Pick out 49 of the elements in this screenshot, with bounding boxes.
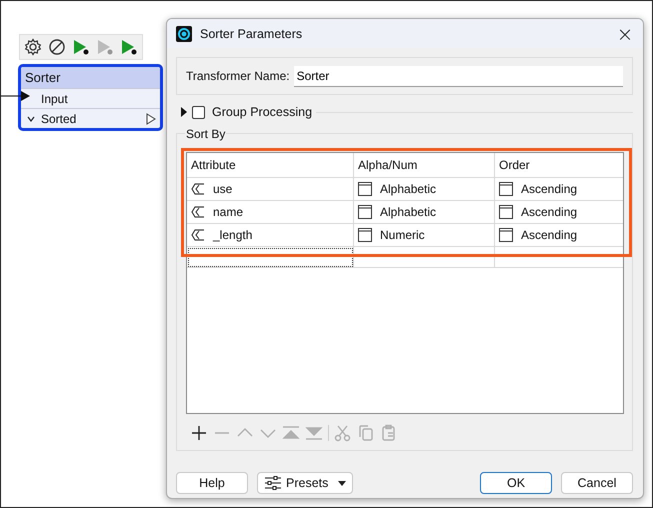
table-cell[interactable]: Ascending [494, 200, 623, 224]
presets-button[interactable]: Presets [257, 472, 354, 494]
node-title: Sorter [21, 67, 160, 88]
checkbox-label[interactable]: Group Processing [212, 105, 312, 119]
plus-icon[interactable] [190, 424, 208, 442]
output-port[interactable]: Sorted [41, 112, 146, 126]
chevron-down-icon[interactable] [26, 114, 36, 124]
dropdown-icon [358, 228, 372, 242]
attribute-icon [191, 206, 205, 218]
cancel-button[interactable]: Cancel [561, 472, 633, 494]
dropdown-icon [499, 205, 513, 219]
caret-icon [338, 480, 346, 486]
table-cell[interactable]: Numeric [354, 224, 494, 246]
name-field[interactable]: Sorter [294, 66, 623, 86]
ok-button[interactable]: OK [480, 472, 552, 494]
table-cell[interactable]: name [187, 200, 354, 224]
empty-cell[interactable] [187, 246, 354, 268]
gear-icon[interactable] [23, 37, 43, 57]
checkbox[interactable] [192, 106, 205, 118]
column-header: Order [494, 153, 623, 178]
dropdown-icon [358, 182, 372, 196]
table-cell[interactable]: Alphabetic [354, 178, 494, 200]
table-cell[interactable]: Ascending [494, 178, 623, 200]
app-icon [176, 26, 192, 42]
table-cell[interactable]: Ascending [494, 224, 623, 246]
triangle-icon[interactable] [146, 112, 156, 124]
attribute-icon [191, 183, 205, 195]
expand-arrow-icon[interactable] [180, 107, 188, 117]
prohibit-icon[interactable] [47, 37, 67, 57]
input-port[interactable]: Input [41, 92, 156, 106]
close-button[interactable]: × [607, 19, 643, 48]
column-header: Attribute [187, 153, 354, 178]
dropdown-icon [499, 182, 513, 196]
help-button[interactable]: Help [176, 472, 248, 494]
dropdown-icon [499, 228, 513, 242]
transformer-node[interactable]: Sorter Input Sorted [18, 64, 163, 131]
table-cell[interactable]: use [187, 178, 354, 200]
play-icon[interactable] [119, 37, 139, 57]
field-label: Transformer Name: [186, 69, 290, 83]
sliders-icon [264, 476, 282, 490]
dropdown-icon [358, 205, 372, 219]
play-icon[interactable] [71, 37, 91, 57]
connector-arrow [1, 91, 31, 101]
column-header: Alpha/Num [354, 153, 494, 178]
group-title: Sort By [185, 127, 226, 141]
table-cell[interactable]: Alphabetic [354, 200, 494, 224]
window-title: Sorter Parameters [200, 26, 304, 40]
attribute-icon [191, 229, 205, 241]
table-cell[interactable]: _length [187, 224, 354, 246]
